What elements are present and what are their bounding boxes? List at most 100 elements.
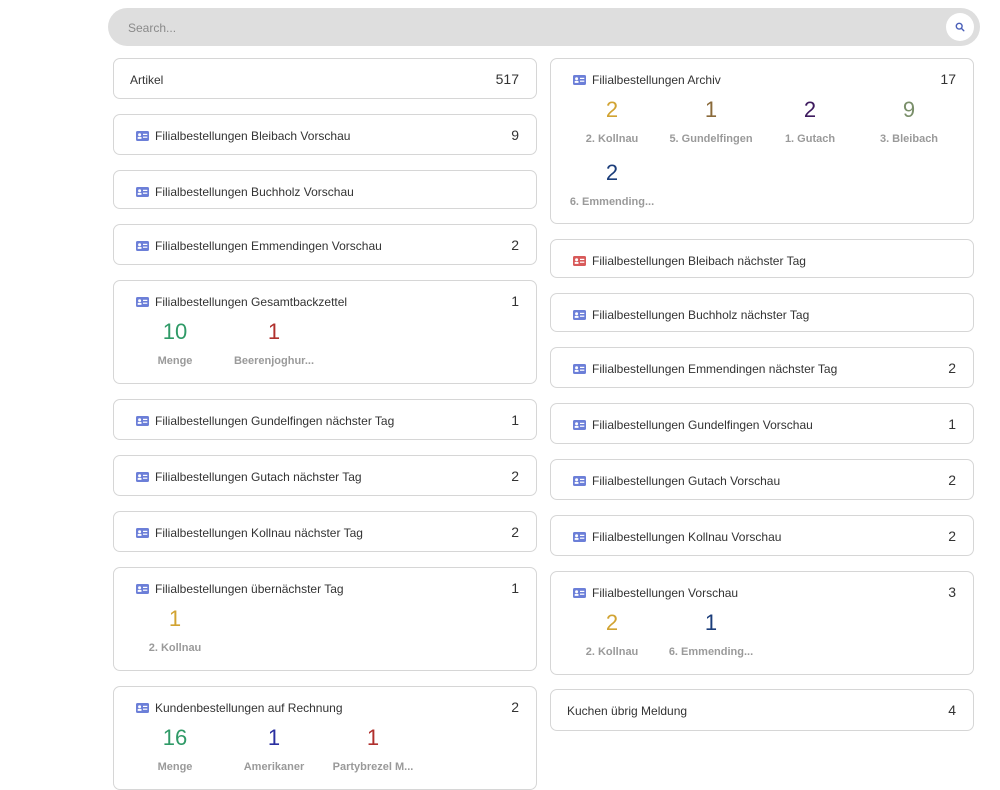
card-title-text: Kuchen übrig Meldung	[567, 704, 688, 718]
widget-card[interactable]: Filialbestellungen Gundelfingen Vorschau…	[550, 403, 974, 444]
card-title: Filialbestellungen Emmendingen nächster …	[573, 362, 837, 376]
card-title-text: Filialbestellungen Vorschau	[592, 586, 739, 600]
metric[interactable]: 1 Partybrezel M...	[318, 725, 428, 773]
metric-label: Partybrezel M...	[332, 761, 414, 773]
metric-label: 5. Gundelfingen	[669, 133, 753, 145]
card-title-text: Artikel	[130, 73, 164, 87]
card-count: 2	[511, 468, 519, 484]
metric[interactable]: 2 1. Gutach	[755, 97, 865, 145]
card-title: Artikel	[130, 73, 163, 87]
metric-label: 2. Kollnau	[148, 642, 202, 654]
widget-card[interactable]: Filialbestellungen Gutach Vorschau 2	[550, 459, 974, 500]
card-title-text: Filialbestellungen Emmendingen nächster …	[592, 362, 838, 376]
card-title: Filialbestellungen Buchholz nächster Tag	[573, 308, 809, 322]
contact-card-icon	[136, 241, 149, 251]
search-button[interactable]	[946, 13, 974, 41]
metric-value: 2	[605, 160, 619, 185]
metric-value: 1	[704, 97, 718, 122]
metric-label: Menge	[157, 355, 193, 367]
metric[interactable]: 2 2. Kollnau	[557, 610, 667, 658]
metric-label: 3. Bleibach	[879, 133, 939, 145]
contact-card-icon	[573, 420, 586, 430]
card-title: Filialbestellungen Emmendingen Vorschau	[136, 239, 382, 253]
widget-card[interactable]: Filialbestellungen Archiv 17 2 2. Kollnau 1 5…	[550, 58, 974, 224]
card-count: 2	[948, 472, 956, 488]
contact-card-icon	[136, 528, 149, 538]
widget-card[interactable]: Filialbestellungen Gundelfingen nächster…	[113, 399, 537, 440]
widget-card[interactable]: Filialbestellungen Emmendingen nächster …	[550, 347, 974, 388]
search-input[interactable]	[126, 17, 910, 39]
widget-card[interactable]: Filialbestellungen Gutach nächster Tag 2	[113, 455, 537, 496]
metric-value: 1	[704, 610, 718, 635]
contact-card-icon	[136, 584, 149, 594]
metric[interactable]: 10 Menge	[120, 319, 230, 367]
card-title: Filialbestellungen Gundelfingen nächster…	[136, 414, 394, 428]
widget-card[interactable]: Filialbestellungen Buchholz nächster Tag	[550, 293, 974, 332]
metric[interactable]: 2 6. Emmending...	[557, 160, 667, 208]
metric-value: 1	[366, 725, 380, 750]
card-title-text: Filialbestellungen Bleibach Vorschau	[155, 129, 351, 143]
card-title: Filialbestellungen Buchholz Vorschau	[136, 185, 354, 199]
metric-value: 1	[267, 725, 281, 750]
widget-card[interactable]: Artikel 517	[113, 58, 537, 99]
card-title: Kuchen übrig Meldung	[567, 704, 687, 718]
card-count: 17	[940, 71, 956, 87]
card-title-text: Filialbestellungen Gundelfingen nächster…	[155, 414, 395, 428]
metric[interactable]: 1 Beerenjoghur...	[219, 319, 329, 367]
metric[interactable]: 16 Menge	[120, 725, 230, 773]
metric-label: Amerikaner	[243, 761, 305, 773]
metric[interactable]: 2 2. Kollnau	[557, 97, 667, 145]
widget-card[interactable]: Kundenbestellungen auf Rechnung 2 16 Menge 1…	[113, 686, 537, 790]
widget-card[interactable]: Filialbestellungen Bleibach nächster Tag	[550, 239, 974, 278]
widget-card[interactable]: Filialbestellungen Emmendingen Vorschau 2	[113, 224, 537, 265]
metric-value: 10	[162, 319, 188, 344]
widget-card[interactable]: Filialbestellungen Kollnau nächster Tag 2	[113, 511, 537, 552]
card-title-text: Filialbestellungen Gutach Vorschau	[592, 474, 781, 488]
contact-card-icon	[573, 310, 586, 320]
metric[interactable]: 1 Amerikaner	[219, 725, 329, 773]
widget-card[interactable]: Filialbestellungen Kollnau Vorschau 2	[550, 515, 974, 556]
card-count: 2	[948, 528, 956, 544]
metric[interactable]: 9 3. Bleibach	[854, 97, 964, 145]
metric-value: 2	[803, 97, 817, 122]
widget-card[interactable]: Filialbestellungen übernächster Tag 1 1 2. …	[113, 567, 537, 671]
card-title: Filialbestellungen Kollnau Vorschau	[573, 530, 781, 544]
contact-card-icon	[136, 703, 149, 713]
contact-card-icon	[573, 476, 586, 486]
card-title: Filialbestellungen Kollnau nächster Tag	[136, 526, 363, 540]
contact-card-icon	[136, 187, 149, 197]
metric[interactable]: 1 5. Gundelfingen	[656, 97, 766, 145]
metric-value: 16	[162, 725, 188, 750]
card-count: 1	[511, 293, 519, 309]
card-title-text: Filialbestellungen Gutach nächster Tag	[155, 470, 362, 484]
metric-label: 6. Emmending...	[569, 196, 655, 208]
card-title-text: Filialbestellungen Archiv	[592, 73, 721, 87]
card-title: Filialbestellungen Vorschau	[573, 586, 738, 600]
widget-card[interactable]: Kuchen übrig Meldung 4	[550, 689, 974, 731]
metric-label: 6. Emmending...	[668, 646, 754, 658]
widget-card[interactable]: Filialbestellungen Gesamtbackzettel 1 10 Me…	[113, 280, 537, 384]
widget-card[interactable]: Filialbestellungen Vorschau 3 2 2. Kollnau 1…	[550, 571, 974, 675]
contact-card-icon	[136, 131, 149, 141]
card-title-text: Filialbestellungen Gundelfingen Vorschau	[592, 418, 813, 432]
metric[interactable]: 1 6. Emmending...	[656, 610, 766, 658]
metric-value: 1	[267, 319, 281, 344]
contact-card-icon	[136, 472, 149, 482]
metric-label: 1. Gutach	[784, 133, 836, 145]
contact-card-icon	[573, 588, 586, 598]
metric-label: 2. Kollnau	[585, 646, 639, 658]
card-count: 1	[948, 416, 956, 432]
card-title-text: Filialbestellungen Kollnau nächster Tag	[155, 526, 363, 540]
card-title-text: Filialbestellungen Gesamtbackzettel	[155, 295, 348, 309]
card-title-text: Kundenbestellungen auf Rechnung	[155, 701, 343, 715]
metric[interactable]: 1 2. Kollnau	[120, 606, 230, 654]
metric-value: 1	[168, 606, 182, 631]
card-count: 2	[948, 360, 956, 376]
card-title: Filialbestellungen Archiv	[573, 73, 721, 87]
card-count: 3	[948, 584, 956, 600]
widget-card[interactable]: Filialbestellungen Bleibach Vorschau 9	[113, 114, 537, 155]
widget-card[interactable]: Filialbestellungen Buchholz Vorschau	[113, 170, 537, 209]
metric-label: Menge	[157, 761, 193, 773]
card-count: 9	[511, 127, 519, 143]
card-title: Filialbestellungen Gesamtbackzettel	[136, 295, 347, 309]
